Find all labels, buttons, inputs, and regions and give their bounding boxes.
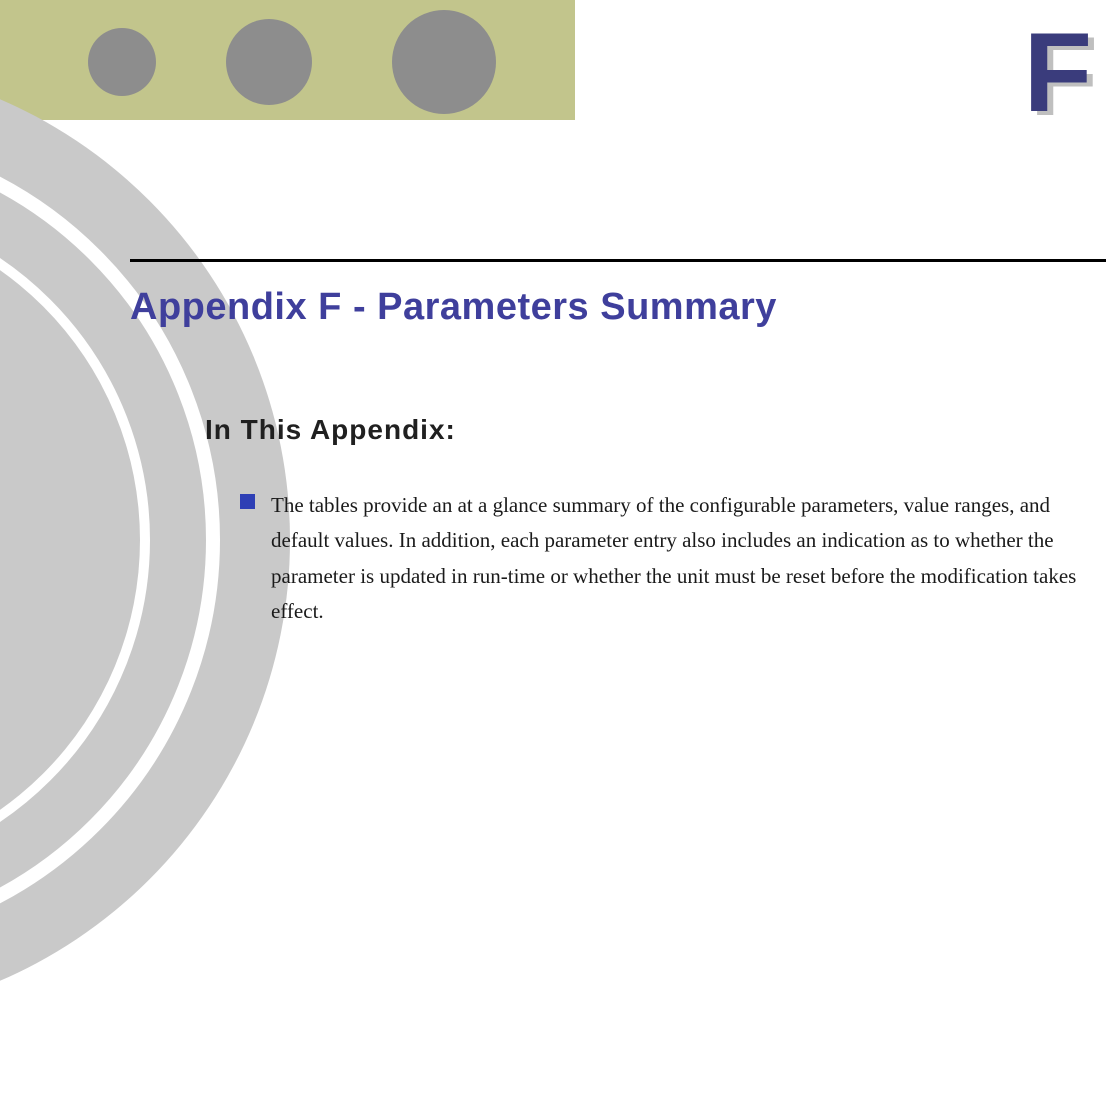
bullet-icon — [240, 494, 255, 509]
chapter-letter: F — [1024, 8, 1092, 137]
decorative-circle — [392, 10, 496, 114]
horizontal-rule — [130, 259, 1106, 262]
section-subhead: In This Appendix: — [205, 414, 456, 446]
decorative-circle — [88, 28, 156, 96]
page-title: Appendix F - Parameters Summary — [130, 286, 777, 329]
decorative-circle — [226, 19, 312, 105]
decorative-arcs — [0, 210, 380, 1110]
bullet-text: The tables provide an at a glance summar… — [271, 488, 1080, 629]
bullet-item: The tables provide an at a glance summar… — [240, 488, 1080, 629]
header-banner — [0, 0, 575, 120]
